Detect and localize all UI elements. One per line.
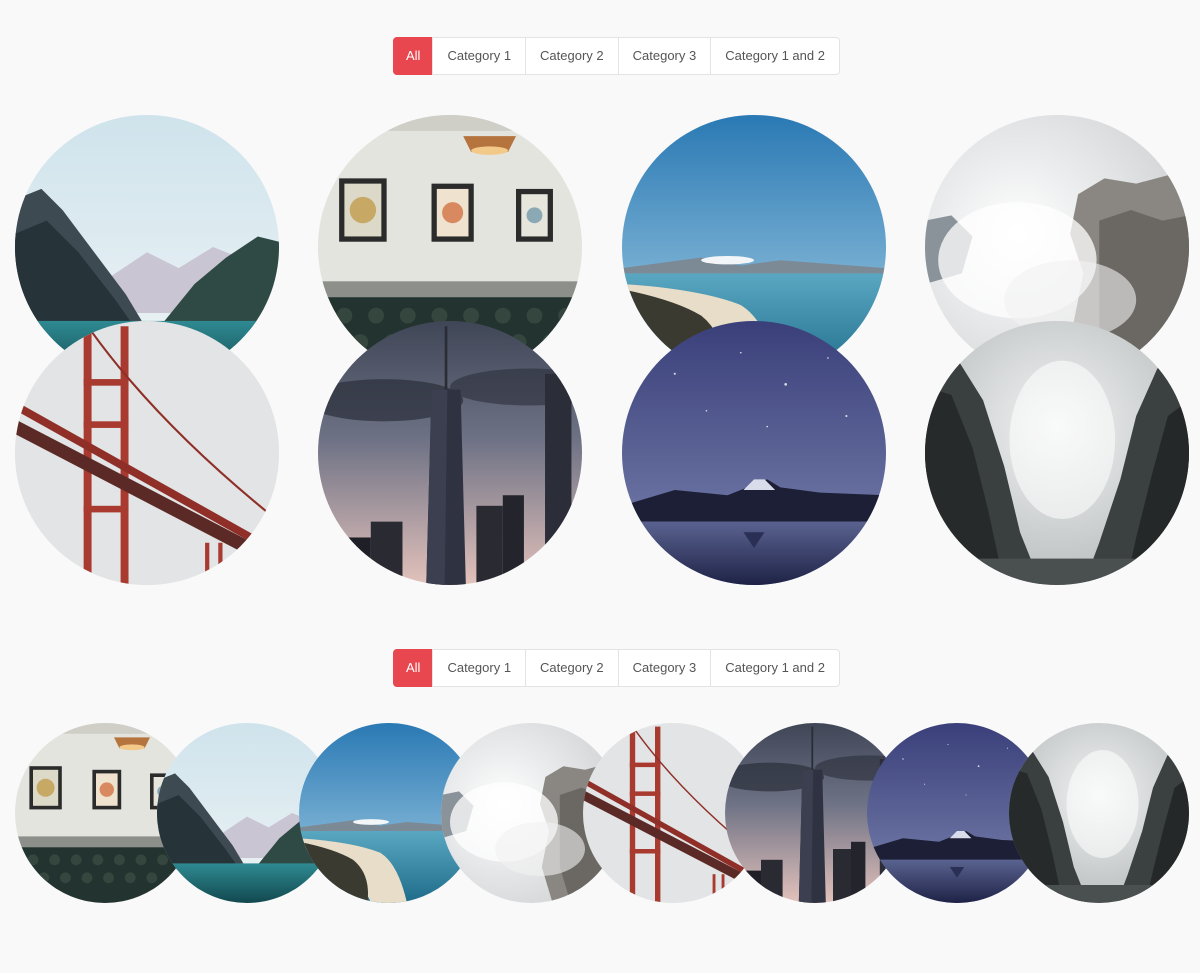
filter-category-1-button[interactable]: Category 1 — [432, 649, 527, 687]
starry-mountain-photo — [622, 321, 886, 585]
gallery-item-skyscraper[interactable] — [318, 321, 582, 585]
filter-category-2-button[interactable]: Category 2 — [525, 649, 619, 687]
foggy-canyon-photo — [925, 321, 1189, 585]
gallery-item-starry-mountain[interactable] — [622, 321, 886, 585]
skyscraper-photo — [318, 321, 582, 585]
filter-category-2-button[interactable]: Category 2 — [525, 37, 619, 75]
golden-gate-bridge-photo — [15, 321, 279, 585]
gallery-item-golden-gate-bridge[interactable] — [15, 321, 279, 585]
filter-category-3-button[interactable]: Category 3 — [617, 649, 712, 687]
filter-bar-bottom: All Category 1 Category 2 Category 3 Cat… — [393, 649, 840, 687]
filter-category-1-button[interactable]: Category 1 — [432, 37, 527, 75]
gallery-item-foggy-canyon[interactable] — [925, 321, 1189, 585]
filter-category-1-and-2-button[interactable]: Category 1 and 2 — [710, 37, 840, 75]
filter-bar-top: All Category 1 Category 2 Category 3 Cat… — [393, 37, 840, 75]
filter-all-button[interactable]: All — [393, 649, 434, 687]
filter-category-3-button[interactable]: Category 3 — [617, 37, 712, 75]
foggy-canyon-photo — [1009, 723, 1189, 903]
filter-all-button[interactable]: All — [393, 37, 434, 75]
filter-category-1-and-2-button[interactable]: Category 1 and 2 — [710, 649, 840, 687]
gallery-item-foggy-canyon[interactable] — [1009, 723, 1189, 903]
